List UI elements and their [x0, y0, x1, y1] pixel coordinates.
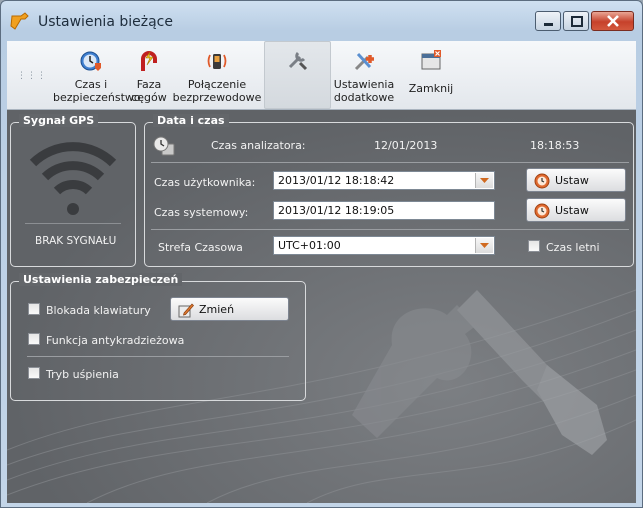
clock-check-icon — [534, 173, 550, 189]
security-group-title: Ustawienia zabezpieczeń — [19, 273, 183, 286]
maximize-icon — [571, 16, 583, 27]
gps-group: Sygnał GPS BRAK SYGNAŁU — [10, 114, 136, 267]
settings-window: Ustawienia bieżące ⋮⋮⋮ Czas i bezpieczeń… — [0, 0, 643, 508]
additional-settings-icon — [354, 52, 374, 71]
toolbar-label: Połączenie — [187, 78, 247, 91]
gps-divider — [25, 223, 121, 224]
close-icon — [607, 15, 619, 27]
toolbar-label: Ustawienia — [333, 78, 395, 91]
dropdown-arrow[interactable] — [475, 238, 493, 253]
antitheft-label: Funkcja antykradzieżowa — [46, 334, 185, 347]
app-logo-icon — [10, 12, 29, 30]
clock-check-icon — [534, 203, 550, 219]
datetime-divider-2 — [151, 229, 629, 230]
timezone-value: UTC+01:00 — [278, 239, 341, 252]
toolbar-label: Faza — [136, 78, 162, 91]
window-title: Ustawienia bieżące — [38, 14, 173, 30]
dst-checkbox[interactable] — [528, 240, 540, 252]
toolbar-clamp-phase[interactable]: Faza cęgów — [129, 41, 169, 109]
dst-label: Czas letni — [546, 241, 600, 254]
wrench-tools-icon — [288, 51, 307, 71]
set-user-time-button[interactable]: Ustaw — [526, 168, 626, 192]
toolbar-label: cęgów — [131, 91, 167, 104]
title-bar: Ustawienia bieżące — [1, 1, 642, 41]
system-time-field[interactable]: 2013/01/12 18:19:05 — [273, 201, 495, 220]
toolbar-label: Czas i — [74, 78, 108, 91]
settings-content: Sygnał GPS BRAK SYGNAŁU Data i czas Czas… — [7, 110, 636, 503]
maximize-button[interactable] — [563, 11, 589, 31]
wireless-phone-icon — [207, 54, 227, 69]
toolbar: ⋮⋮⋮ Czas i bezpieczeństwo Faza cęgów Poł… — [7, 41, 636, 110]
keyboard-lock-label: Blokada klawiatury — [46, 304, 151, 317]
edit-icon — [178, 303, 194, 318]
datetime-group: Data i czas Czas analizatora: 12/01/2013… — [144, 114, 634, 267]
system-time-value: 2013/01/12 18:19:05 — [278, 204, 395, 217]
sleep-mode-label: Tryb uśpienia — [46, 368, 119, 381]
antitheft-checkbox[interactable] — [28, 333, 40, 345]
toolbar-time-security[interactable]: Czas i bezpieczeństwo — [53, 41, 141, 109]
chevron-down-icon — [480, 243, 489, 248]
minimize-button[interactable] — [535, 11, 561, 31]
change-button[interactable]: Zmień — [170, 297, 289, 321]
keyboard-lock-checkbox[interactable] — [28, 303, 40, 315]
toolbar-tools[interactable] — [264, 41, 331, 109]
toolbar-label: Zamknij — [408, 82, 454, 95]
gps-group-title: Sygnał GPS — [19, 114, 99, 127]
timezone-dropdown[interactable]: UTC+01:00 — [273, 236, 495, 255]
toolbar-close[interactable]: Zamknij — [405, 41, 457, 109]
analyzer-date: 12/01/2013 — [374, 139, 438, 152]
gps-status: BRAK SYGNAŁU — [35, 235, 117, 247]
security-divider — [27, 356, 289, 357]
sleep-mode-checkbox[interactable] — [28, 367, 40, 379]
analyzer-time-label: Czas analizatora: — [211, 139, 306, 152]
change-button-label: Zmień — [199, 303, 235, 316]
system-time-label: Czas systemowy: — [154, 206, 249, 219]
toolbar-grip[interactable]: ⋮⋮⋮ — [17, 71, 47, 81]
analyzer-time: 18:18:53 — [530, 139, 580, 152]
toolbar-wireless[interactable]: Połączenie bezprzewodowe — [171, 41, 263, 109]
set-system-time-button[interactable]: Ustaw — [526, 198, 626, 222]
security-group: Ustawienia zabezpieczeń Blokada klawiatu… — [10, 273, 306, 401]
window-controls — [533, 11, 634, 33]
analyzer-clock-icon — [153, 136, 175, 156]
close-button[interactable] — [591, 11, 634, 31]
toolbar-label: bezpieczeństwo — [53, 91, 141, 104]
toolbar-label: bezprzewodowe — [172, 91, 262, 104]
toolbar-additional-settings[interactable]: Ustawienia dodatkowe — [333, 41, 395, 109]
close-window-icon — [421, 50, 441, 70]
wifi-signal-icon — [29, 142, 117, 215]
clamp-phase-icon — [141, 51, 157, 71]
dropdown-arrow[interactable] — [475, 173, 493, 188]
user-time-dropdown[interactable]: 2013/01/12 18:18:42 — [273, 171, 495, 190]
chevron-down-icon — [480, 178, 489, 183]
set-button-label: Ustaw — [555, 174, 589, 187]
set-button-label: Ustaw — [555, 204, 589, 217]
datetime-group-title: Data i czas — [153, 114, 229, 127]
user-time-value: 2013/01/12 18:18:42 — [278, 174, 395, 187]
minimize-icon — [544, 23, 553, 26]
datetime-divider — [151, 162, 629, 163]
clock-shield-icon — [80, 51, 101, 71]
toolbar-label: dodatkowe — [333, 91, 395, 104]
timezone-label: Strefa Czasowa — [158, 241, 243, 254]
user-time-label: Czas użytkownika: — [154, 176, 256, 189]
